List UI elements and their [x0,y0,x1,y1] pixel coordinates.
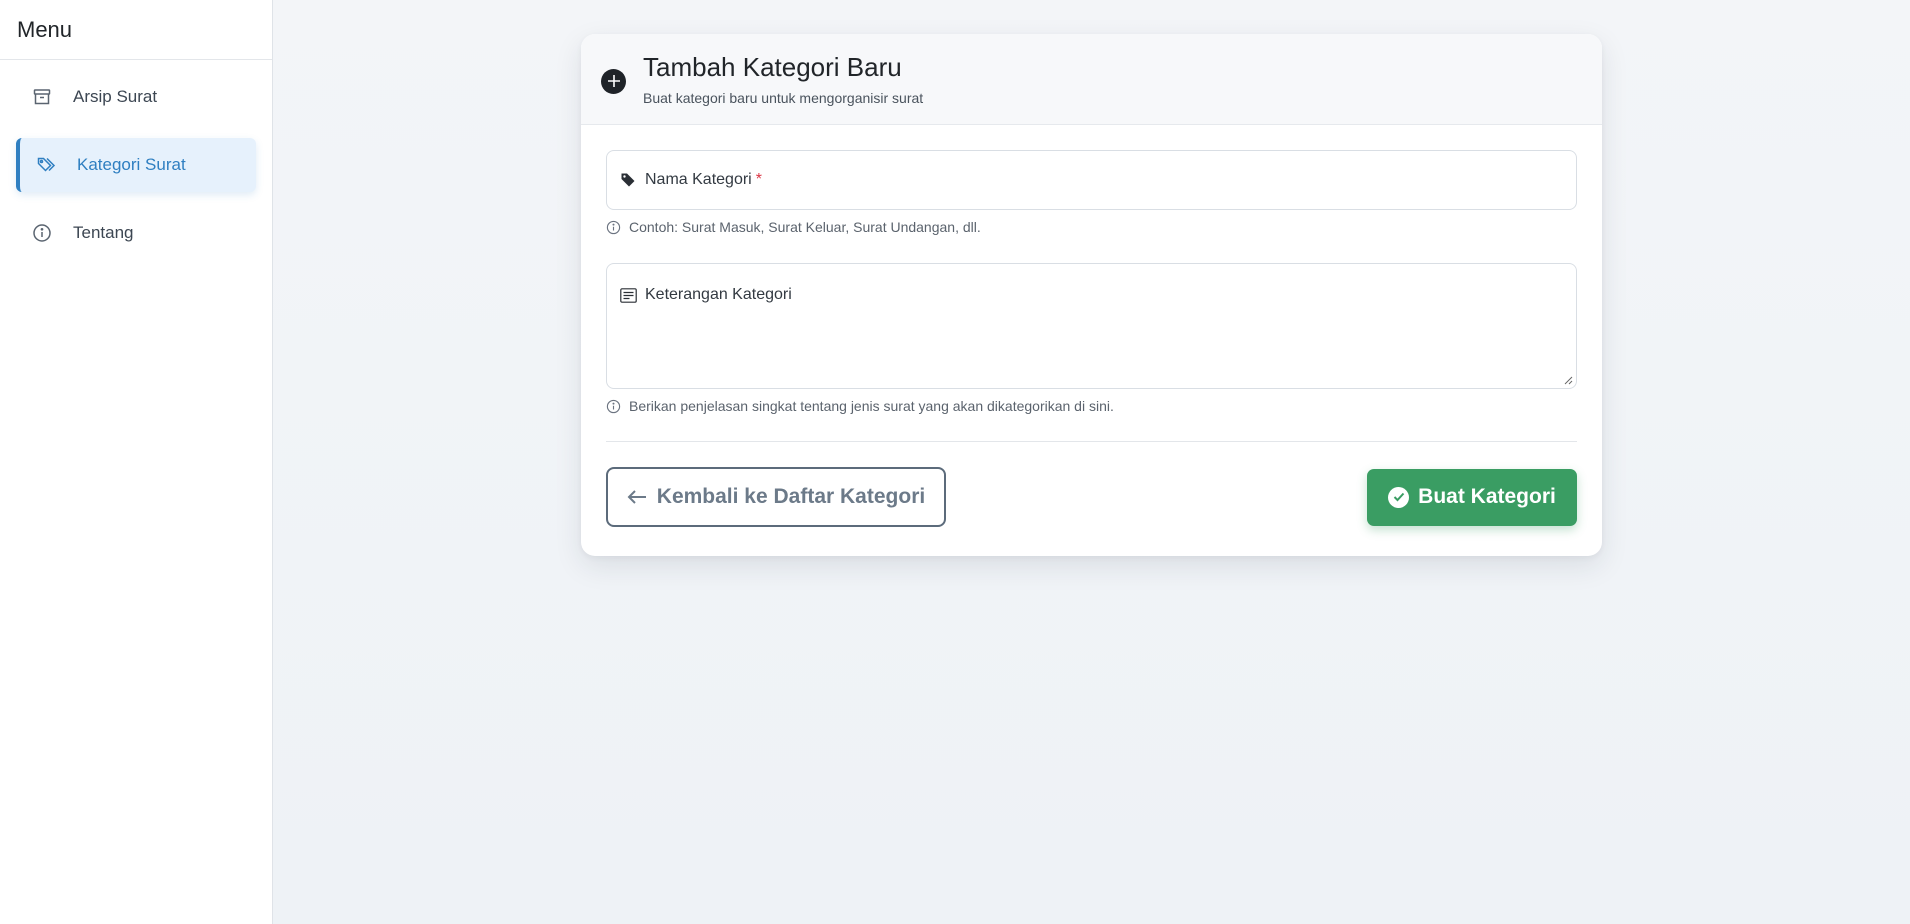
sidebar: Menu Arsip Surat Kategori Surat Tentang [0,0,273,924]
page-subtitle: Buat kategori baru untuk mengorganisir s… [643,89,924,106]
create-category-button[interactable]: Buat Kategori [1367,468,1577,526]
sidebar-item-label: Arsip Surat [73,87,158,106]
info-icon [606,220,621,235]
form-actions: Kembali ke Daftar Kategori Buat Kategori [606,467,1577,527]
sidebar-item-label: Tentang [73,223,134,242]
info-icon [32,223,52,243]
info-icon [606,399,621,414]
category-description-hint: Berikan penjelasan singkat tentang jenis… [606,398,1577,414]
divider [606,441,1577,442]
category-name-label: Nama Kategori [645,171,752,188]
resize-grip-icon[interactable] [1563,375,1573,385]
tag-icon [619,171,637,189]
sidebar-item-label: Kategori Surat [77,155,186,174]
submit-button-label: Buat Kategori [1418,485,1556,508]
sidebar-item-tentang[interactable]: Tentang [16,206,256,260]
sidebar-item-arsip-surat[interactable]: Arsip Surat [16,70,256,124]
archive-icon [32,87,52,107]
back-to-category-list-button[interactable]: Kembali ke Daftar Kategori [606,467,946,527]
hint-text: Contoh: Surat Masuk, Surat Keluar, Surat… [629,219,981,235]
app-root: Menu Arsip Surat Kategori Surat Tentang … [0,0,1910,924]
form-card: Tambah Kategori Baru Buat kategori baru … [581,34,1602,556]
main-content: Tambah Kategori Baru Buat kategori baru … [273,0,1910,924]
hint-text: Berikan penjelasan singkat tentang jenis… [629,398,1114,414]
sidebar-header: Menu [0,0,272,60]
header-text: Tambah Kategori Baru Buat kategori baru … [643,52,923,105]
text-paragraph-icon [619,286,637,304]
sidebar-item-kategori-surat[interactable]: Kategori Surat [16,138,256,192]
category-description-label: Keterangan Kategori [645,286,792,303]
arrow-left-icon [627,489,647,505]
sidebar-nav: Arsip Surat Kategori Surat Tentang [0,60,272,260]
check-circle-icon [1388,486,1410,508]
category-name-hint: Contoh: Surat Masuk, Surat Keluar, Surat… [606,219,1577,235]
back-button-label: Kembali ke Daftar Kategori [656,485,926,508]
category-description-textarea[interactable]: Keterangan Kategori [606,263,1577,389]
tags-icon [36,155,56,175]
card-body: Nama Kategori * Contoh: Surat Masuk, Sur… [581,125,1602,527]
page-title: Tambah Kategori Baru [643,52,902,83]
category-name-input[interactable]: Nama Kategori * [606,150,1577,210]
plus-circle-icon [601,68,626,94]
required-mark: * [755,171,762,188]
card-header: Tambah Kategori Baru Buat kategori baru … [581,34,1602,125]
sidebar-title: Menu [17,16,73,42]
